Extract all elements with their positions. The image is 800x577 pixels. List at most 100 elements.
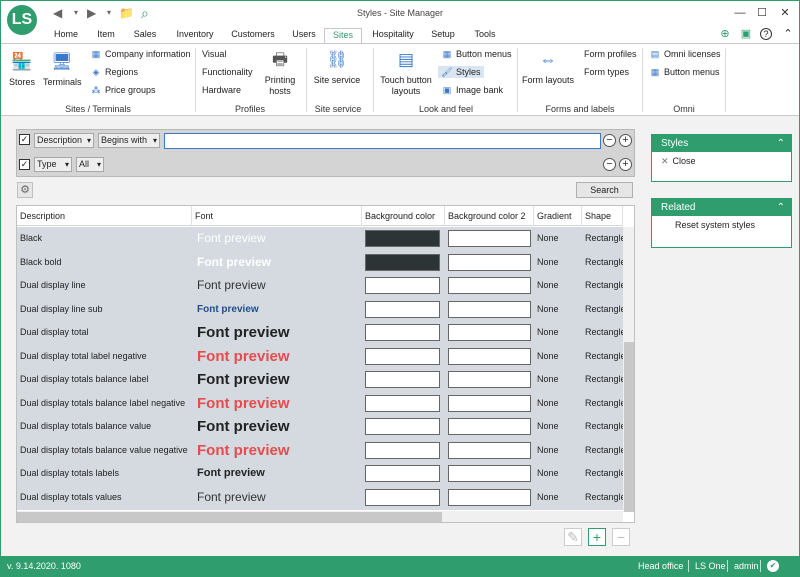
form-types-button[interactable]: Form types	[584, 66, 629, 78]
horizontal-scrollbar[interactable]	[17, 511, 623, 522]
background-color-2-swatch[interactable]	[448, 418, 531, 435]
tab-users[interactable]: Users	[287, 28, 321, 43]
background-color-swatch[interactable]	[365, 441, 440, 459]
table-row[interactable]: Dual display totals balance value negati…	[17, 439, 623, 462]
tab-sites[interactable]: Sites	[324, 28, 362, 43]
background-color-2-swatch[interactable]	[448, 465, 531, 482]
regions-button[interactable]: ◈ Regions	[90, 66, 139, 78]
background-color-swatch[interactable]	[365, 465, 440, 482]
column-header-description[interactable]: Description	[17, 206, 192, 226]
hardware-button[interactable]: Hardware	[202, 84, 241, 96]
scrollbar-thumb[interactable]	[624, 342, 634, 512]
price-groups-button[interactable]: ⁂ Price groups	[90, 84, 156, 96]
background-color-swatch[interactable]	[365, 488, 440, 506]
omni-licenses-button[interactable]: ▤ Omni licenses	[649, 48, 721, 60]
filter-field-select[interactable]: Description ▾	[34, 133, 94, 148]
button-menus-button[interactable]: ▦ Button menus	[441, 48, 512, 60]
background-color-2-swatch[interactable]	[448, 488, 531, 506]
add-button[interactable]: +	[588, 528, 606, 546]
table-row[interactable]: Dual display totals balance label Font pr…	[17, 368, 623, 391]
filter-description-checkbox[interactable]: ✓	[19, 134, 30, 145]
remove-filter-button[interactable]: −	[603, 158, 616, 171]
column-header-font[interactable]: Font	[192, 206, 362, 226]
maximize-button[interactable]: ☐	[753, 5, 771, 21]
visual-button[interactable]: Visual	[202, 48, 226, 60]
stores-button[interactable]: 🏪 Stores	[5, 50, 39, 88]
table-row[interactable]: Black Font preview None Rectangle	[17, 227, 623, 250]
tab-inventory[interactable]: Inventory	[171, 28, 219, 43]
background-color-2-swatch[interactable]	[448, 300, 531, 318]
form-profiles-button[interactable]: Form profiles	[584, 48, 637, 60]
column-header-background-color-2[interactable]: Background color 2	[445, 206, 534, 226]
form-layouts-button[interactable]: ⇔ Form layouts	[522, 48, 574, 86]
image-bank-button[interactable]: ▣ Image bank	[441, 84, 503, 96]
add-filter-button[interactable]: +	[619, 158, 632, 171]
background-color-2-swatch[interactable]	[448, 324, 531, 341]
company-information-button[interactable]: ▦ Company information	[90, 48, 191, 60]
scrollbar-thumb[interactable]	[17, 512, 442, 522]
table-row[interactable]: Dual display totals values Font preview No…	[17, 486, 623, 509]
table-row[interactable]: Dual display line Font preview None Rectang…	[17, 274, 623, 297]
table-row[interactable]: Dual display totals labels Font preview No…	[17, 462, 623, 485]
window-icon[interactable]: ▣	[739, 27, 753, 41]
table-row[interactable]: Black bold Font preview None Rectangle	[17, 251, 623, 274]
background-color-swatch[interactable]	[365, 371, 440, 388]
background-color-2-swatch[interactable]	[448, 253, 531, 271]
site-service-button[interactable]: ⛓ Site service	[311, 48, 363, 86]
help-icon[interactable]: ?	[760, 28, 772, 40]
column-header-shape[interactable]: Shape	[582, 206, 623, 226]
background-color-2-swatch[interactable]	[448, 371, 531, 388]
filter-type-select[interactable]: Type ▾	[34, 157, 72, 172]
terminals-button[interactable]: 🖥 Terminals	[43, 50, 82, 88]
gear-icon[interactable]: ⚙	[17, 182, 33, 198]
background-color-2-swatch[interactable]	[448, 394, 531, 412]
search-button[interactable]: Search	[576, 182, 633, 198]
table-row[interactable]: Dual display totals balance value Font pr…	[17, 415, 623, 438]
touch-button-layouts-button[interactable]: ▤ Touch button layouts	[377, 48, 435, 97]
collapse-icon[interactable]: ⌃	[777, 199, 785, 216]
filter-operator-select[interactable]: Begins with ▾	[98, 133, 160, 148]
collapse-ribbon-icon[interactable]: ⌃	[781, 27, 795, 41]
background-color-2-swatch[interactable]	[448, 441, 531, 459]
filter-type-value-select[interactable]: All ▾	[76, 157, 104, 172]
edit-button[interactable]: ✎	[564, 528, 582, 546]
background-color-swatch[interactable]	[365, 300, 440, 318]
add-filter-button[interactable]: +	[619, 134, 632, 147]
table-row[interactable]: Dual display totals balance label negati…	[17, 392, 623, 415]
background-color-swatch[interactable]	[365, 418, 440, 435]
close-button[interactable]: ✕	[776, 5, 794, 21]
remove-filter-button[interactable]: −	[603, 134, 616, 147]
background-color-2-swatch[interactable]	[448, 347, 531, 365]
add-circle-icon[interactable]: ⊕	[718, 27, 732, 41]
close-action[interactable]: ✕ Close	[652, 155, 791, 168]
tab-home[interactable]: Home	[51, 28, 81, 43]
background-color-swatch[interactable]	[365, 253, 440, 271]
table-row[interactable]: Dual display line sub Font preview None Rec…	[17, 298, 623, 321]
background-color-swatch[interactable]	[365, 277, 440, 294]
background-color-2-swatch[interactable]	[448, 277, 531, 294]
filter-value-input[interactable]	[164, 133, 601, 149]
vertical-scrollbar[interactable]	[623, 227, 634, 512]
column-header-gradient[interactable]: Gradient	[534, 206, 582, 226]
background-color-2-swatch[interactable]	[448, 230, 531, 247]
tab-customers[interactable]: Customers	[227, 28, 279, 43]
table-row[interactable]: Dual display total Font preview None Rectan…	[17, 321, 623, 344]
reset-system-styles-link[interactable]: Reset system styles	[652, 219, 791, 232]
collapse-icon[interactable]: ⌃	[777, 135, 785, 152]
table-row[interactable]: Dual display total label negative Font pr…	[17, 345, 623, 368]
minimize-button[interactable]: —	[731, 5, 749, 21]
background-color-swatch[interactable]	[365, 230, 440, 247]
styles-button[interactable]: 🖌 Styles	[438, 66, 484, 78]
omni-button-menus-button[interactable]: ▦ Button menus	[649, 66, 720, 78]
filter-type-checkbox[interactable]: ✓	[19, 159, 30, 170]
app-logo-icon[interactable]: LS	[7, 5, 37, 35]
printing-hosts-button[interactable]: 🖶 Printing hosts	[261, 48, 299, 97]
background-color-swatch[interactable]	[365, 347, 440, 365]
tab-hospitality[interactable]: Hospitality	[368, 28, 418, 43]
tab-setup[interactable]: Setup	[426, 28, 460, 43]
background-color-swatch[interactable]	[365, 324, 440, 341]
remove-button[interactable]: −	[612, 528, 630, 546]
functionality-button[interactable]: Functionality	[202, 66, 253, 78]
background-color-swatch[interactable]	[365, 394, 440, 412]
tab-tools[interactable]: Tools	[469, 28, 501, 43]
